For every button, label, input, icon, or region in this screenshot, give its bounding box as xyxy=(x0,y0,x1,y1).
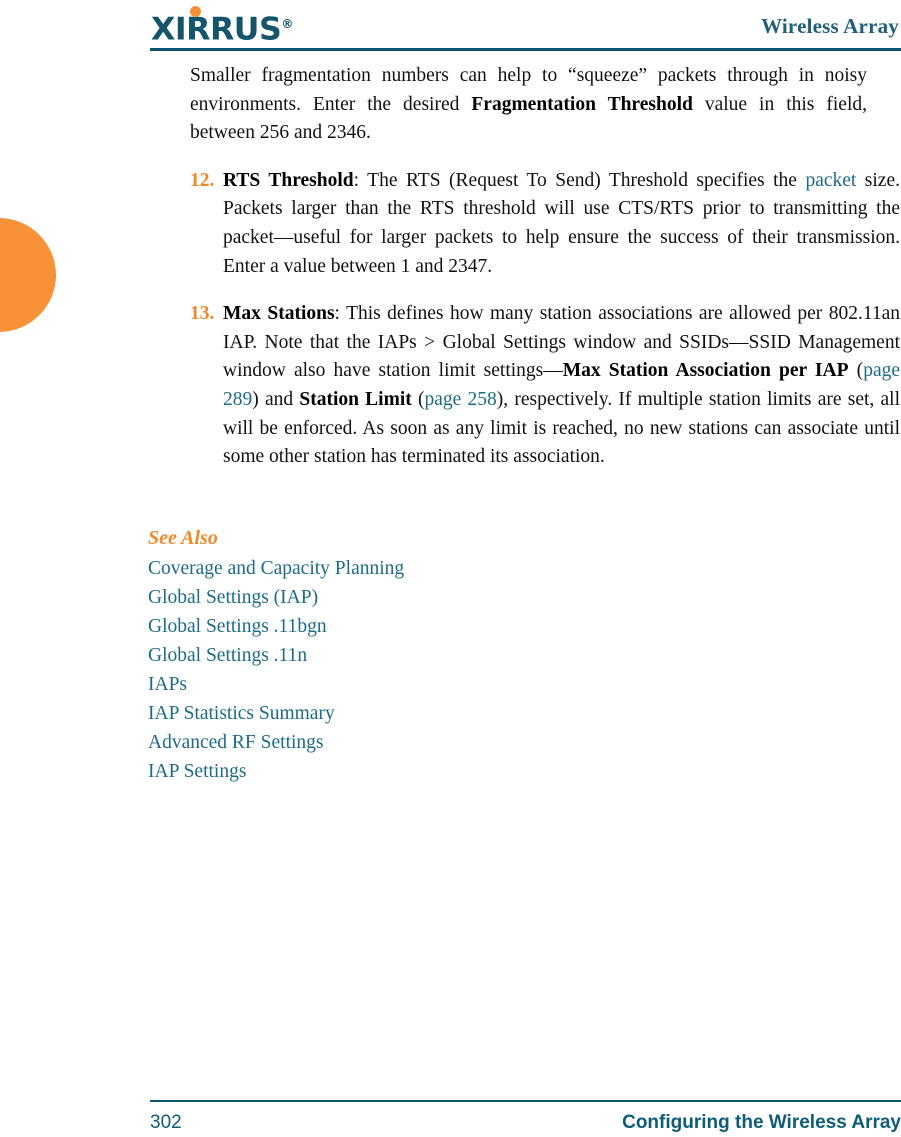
see-also-list: Coverage and Capacity Planning Global Se… xyxy=(148,554,648,786)
max-stations-text-c: ( xyxy=(848,360,864,382)
see-also-link-advanced-rf-settings[interactable]: Advanced RF Settings xyxy=(148,732,324,753)
list-item: 12. RTS Threshold: The RTS (Request To S… xyxy=(190,167,900,281)
xirrus-logo-dot-icon xyxy=(190,6,201,17)
footer-section-title: Configuring the Wireless Array xyxy=(622,1112,901,1133)
max-station-association-term: Max Station Association per IAP xyxy=(562,360,849,382)
see-also-heading: See Also xyxy=(148,527,218,549)
xirrus-logo-text: XIRRUS® xyxy=(151,11,293,48)
station-limit-term: Station Limit xyxy=(299,388,412,410)
list-item: Global Settings (IAP) xyxy=(148,583,648,612)
list-item: Coverage and Capacity Planning xyxy=(148,554,648,583)
see-also-section: See Also Coverage and Capacity Planning … xyxy=(148,524,648,786)
footer-page-number: 302 xyxy=(150,1112,182,1133)
chapter-thumb-tab xyxy=(0,218,56,332)
see-also-link-global-settings-iap[interactable]: Global Settings (IAP) xyxy=(148,587,318,608)
page-footer: 302 Configuring the Wireless Array xyxy=(150,1108,901,1136)
max-stations-term: Max Stations xyxy=(223,303,335,325)
list-item: IAP Settings xyxy=(148,757,648,786)
list-item: Global Settings .11n xyxy=(148,641,648,670)
list-item-body: RTS Threshold: The RTS (Request To Send)… xyxy=(223,167,900,281)
header-divider xyxy=(150,48,901,51)
rts-text-a: : The RTS (Request To Send) Threshold sp… xyxy=(353,169,806,191)
page-header: XIRRUS® Wireless Array xyxy=(150,0,899,52)
see-also-link-global-settings-11n[interactable]: Global Settings .11n xyxy=(148,645,307,666)
max-stations-text-e: ( xyxy=(411,388,425,410)
list-item-number: 13. xyxy=(190,303,215,325)
document-page: XIRRUS® Wireless Array Smaller fragmenta… xyxy=(0,0,901,1137)
list-item: Advanced RF Settings xyxy=(148,728,648,757)
list-item-number: 12. xyxy=(190,169,215,191)
registered-trademark-icon: ® xyxy=(281,17,293,31)
see-also-link-iap-settings[interactable]: IAP Settings xyxy=(148,761,246,782)
continued-paragraph: Smaller fragmentation numbers can help t… xyxy=(190,62,867,148)
list-item: IAPs xyxy=(148,670,648,699)
packet-link[interactable]: packet xyxy=(805,170,856,191)
header-product-title: Wireless Array xyxy=(761,14,899,38)
fragmentation-threshold-term: Fragmentation Threshold xyxy=(471,93,693,115)
xirrus-logo: XIRRUS® xyxy=(151,6,321,47)
page-content: Smaller fragmentation numbers can help t… xyxy=(190,62,900,472)
see-also-link-iap-statistics-summary[interactable]: IAP Statistics Summary xyxy=(148,703,335,724)
list-item: Global Settings .11bgn xyxy=(148,612,648,641)
footer-divider xyxy=(150,1100,901,1102)
max-stations-text-d: ) and xyxy=(252,388,300,410)
see-also-link-iaps[interactable]: IAPs xyxy=(148,674,187,695)
list-item-body: Max Stations: This defines how many stat… xyxy=(223,300,900,472)
see-also-link-global-settings-11bgn[interactable]: Global Settings .11bgn xyxy=(148,616,327,637)
rts-threshold-term: RTS Threshold xyxy=(223,169,354,191)
page-258-link[interactable]: page 258 xyxy=(424,389,496,410)
see-also-link-coverage-and-capacity-planning[interactable]: Coverage and Capacity Planning xyxy=(148,558,404,579)
list-item: 13. Max Stations: This defines how many … xyxy=(190,300,900,472)
list-item: IAP Statistics Summary xyxy=(148,699,648,728)
